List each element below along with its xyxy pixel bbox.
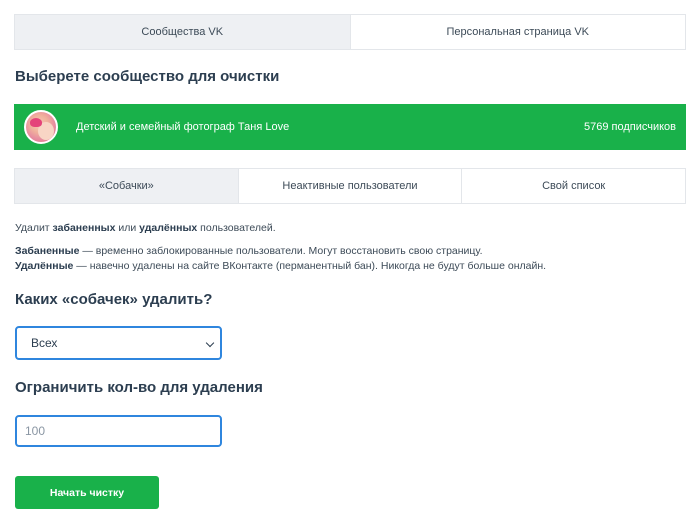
community-subscribers: 5769 подписчиков	[583, 121, 676, 133]
banned-definition: Забаненные — временно заблокированные по…	[15, 244, 483, 259]
deleted-text: — навечно удалены на сайте ВКонтакте (пе…	[73, 260, 547, 272]
tab-inactive-users-label: Неактивные пользователи	[282, 180, 418, 192]
deleted-definition: Удалённые — навечно удалены на сайте ВКо…	[15, 259, 546, 274]
community-name: Детский и семейный фотограф Таня Love	[76, 121, 290, 133]
tab-custom-list[interactable]: Свой список	[461, 169, 685, 203]
summary-banned: забаненных	[52, 222, 116, 234]
tab-inactive-users[interactable]: Неактивные пользователи	[237, 169, 462, 203]
community-avatar	[24, 110, 58, 144]
start-cleanup-button[interactable]: Начать чистку	[15, 476, 159, 509]
deleted-term: Удалённые	[15, 260, 74, 272]
dogs-type-select[interactable]: Всех	[15, 326, 222, 360]
dogs-heading: Каких «собачек» удалить?	[15, 291, 213, 308]
tab-dogs-label: «Собачки»	[98, 180, 154, 192]
limit-heading: Ограничить кол-во для удаления	[15, 379, 263, 396]
cleanup-mode-tabs: «Собачки» Неактивные пользователи Свой с…	[14, 168, 686, 204]
dogs-type-select-value: Всех	[31, 336, 58, 350]
tab-dogs[interactable]: «Собачки»	[15, 169, 238, 203]
description-summary: Удалит забаненных или удалённых пользова…	[15, 221, 276, 236]
summary-suffix: пользователей.	[197, 222, 276, 234]
tab-vk-communities-label: Сообщества VK	[141, 26, 224, 38]
community-heading: Выберете сообщество для очистки	[15, 68, 280, 85]
chevron-down-icon	[205, 338, 215, 348]
community-selector[interactable]: Детский и семейный фотограф Таня Love 57…	[14, 104, 686, 150]
tab-vk-personal-page[interactable]: Персональная страница VK	[349, 15, 686, 49]
avatar-bow	[30, 118, 42, 127]
tab-vk-personal-page-label: Персональная страница VK	[446, 26, 590, 38]
limit-input[interactable]	[15, 415, 222, 447]
top-tabs: Сообщества VK Персональная страница VK	[14, 14, 686, 50]
tab-custom-list-label: Свой список	[542, 180, 606, 192]
banned-term: Забаненные	[15, 245, 80, 257]
banned-text: — временно заблокированные пользователи.…	[79, 245, 483, 257]
summary-or: или	[115, 222, 140, 234]
tab-vk-communities[interactable]: Сообщества VK	[15, 15, 350, 49]
summary-deleted: удалённых	[139, 222, 198, 234]
summary-prefix: Удалит	[15, 222, 53, 234]
